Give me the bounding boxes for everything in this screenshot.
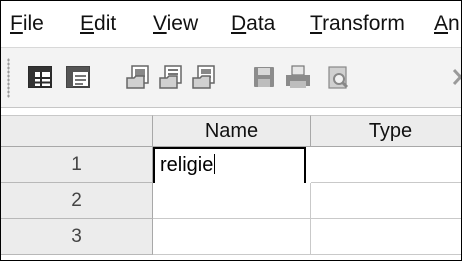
row-header-2[interactable]: 2 bbox=[1, 183, 153, 219]
data-view-icon bbox=[28, 66, 52, 88]
save-icon bbox=[252, 65, 276, 89]
name-cell-row-1-editor[interactable]: religie bbox=[160, 154, 216, 177]
name-cell-row-1-value: religie bbox=[160, 154, 214, 176]
app-window: File Edit View Data Transform An Name Ty… bbox=[0, 0, 462, 261]
text-caret bbox=[214, 154, 216, 174]
menu-analyze-accelerator: A bbox=[434, 12, 449, 35]
menu-view[interactable]: View bbox=[153, 12, 198, 36]
print-button[interactable] bbox=[283, 62, 313, 92]
open-data-button[interactable] bbox=[123, 62, 153, 92]
menu-transform-label: ransform bbox=[322, 12, 405, 35]
toolbar-grip-icon[interactable] bbox=[7, 58, 10, 98]
save-button[interactable] bbox=[249, 62, 279, 92]
print-preview-icon bbox=[325, 64, 351, 90]
menu-view-accelerator: V bbox=[153, 12, 167, 35]
menu-transform[interactable]: Transform bbox=[310, 12, 405, 36]
name-cell-row-3[interactable] bbox=[153, 219, 311, 255]
column-header-name[interactable]: Name bbox=[153, 115, 311, 147]
open-syntax-button[interactable] bbox=[156, 62, 186, 92]
name-cell-row-2[interactable] bbox=[153, 183, 311, 219]
corner-header[interactable] bbox=[1, 115, 153, 147]
menu-edit[interactable]: Edit bbox=[80, 12, 116, 36]
row-header-1[interactable]: 1 bbox=[1, 147, 153, 183]
data-grid: Name Type 1 religie 2 3 bbox=[1, 108, 461, 260]
column-header-type[interactable]: Type bbox=[311, 115, 461, 147]
print-icon bbox=[284, 64, 312, 90]
close-icon bbox=[448, 65, 461, 89]
variable-view-icon bbox=[66, 66, 90, 88]
type-cell-row-3[interactable] bbox=[311, 219, 461, 255]
open-output-icon bbox=[191, 64, 217, 90]
row-header-3[interactable]: 3 bbox=[1, 219, 153, 255]
open-output-button[interactable] bbox=[189, 62, 219, 92]
data-view-button[interactable] bbox=[25, 62, 55, 92]
open-data-icon bbox=[125, 64, 151, 90]
menu-analyze[interactable]: An bbox=[434, 12, 460, 36]
close-button[interactable] bbox=[445, 62, 461, 92]
menu-view-label: iew bbox=[166, 12, 199, 35]
variable-view-button[interactable] bbox=[63, 62, 93, 92]
menu-file-label: ile bbox=[22, 12, 44, 35]
menu-data[interactable]: Data bbox=[231, 12, 275, 36]
menu-analyze-label: n bbox=[448, 12, 460, 35]
type-cell-row-2[interactable] bbox=[311, 183, 461, 219]
name-cell-row-1[interactable]: religie bbox=[153, 147, 306, 185]
toolbar bbox=[1, 48, 461, 108]
menu-file[interactable]: File bbox=[10, 12, 44, 36]
type-cell-row-1[interactable] bbox=[311, 147, 461, 183]
menu-data-accelerator: D bbox=[231, 12, 247, 35]
menu-data-label: ata bbox=[246, 12, 276, 35]
menu-file-accelerator: F bbox=[10, 12, 23, 35]
open-syntax-icon bbox=[158, 64, 184, 90]
menu-transform-accelerator: T bbox=[310, 12, 323, 35]
print-preview-button[interactable] bbox=[323, 62, 353, 92]
menu-edit-label: dit bbox=[94, 12, 117, 35]
menu-edit-accelerator: E bbox=[80, 12, 95, 35]
menu-bar: File Edit View Data Transform An bbox=[1, 1, 461, 48]
